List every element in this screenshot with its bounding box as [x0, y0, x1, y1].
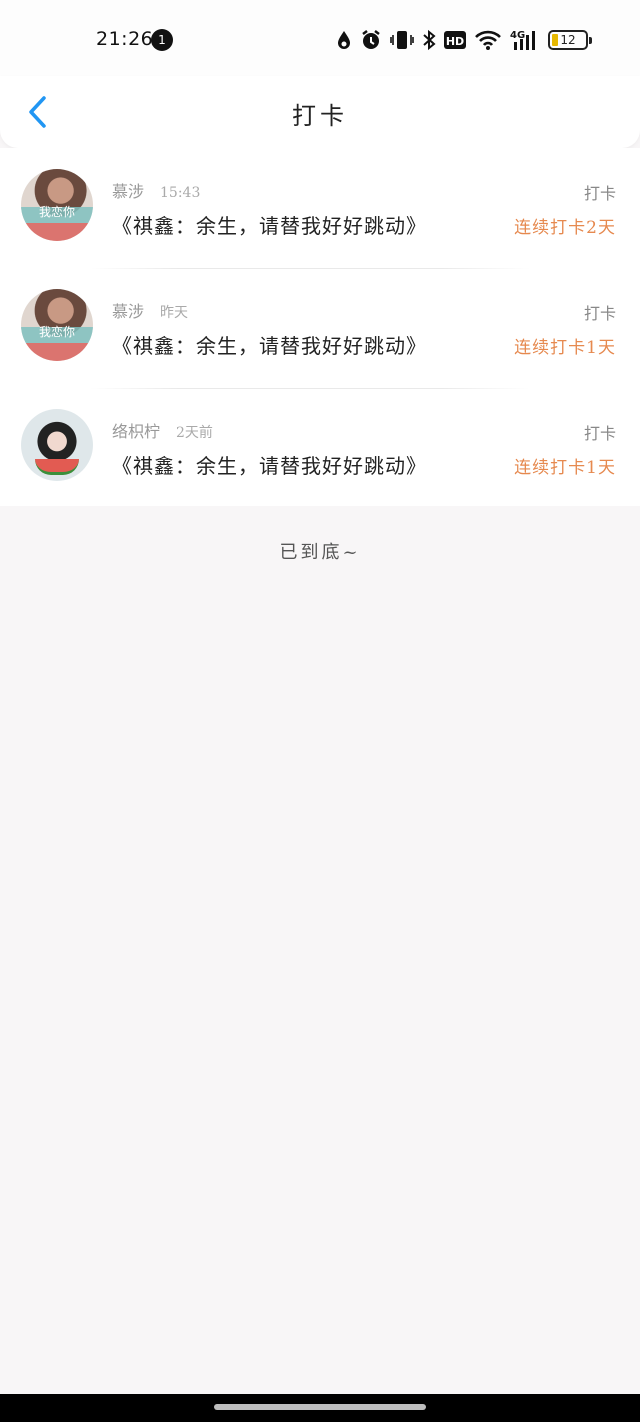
checkin-list: 我恋你 慕涉 15:43 打卡 《祺鑫：余生，请替我好好跳动》 连续打卡2天 我恋… [0, 148, 640, 506]
action-label: 打卡 [583, 184, 616, 203]
post-time: 昨天 [160, 305, 189, 321]
notification-badge: 1 [151, 29, 173, 51]
checkin-content[interactable]: 《祺鑫：余生，请替我好好跳动》 [112, 210, 427, 239]
navigation-bar [0, 1394, 640, 1422]
home-indicator[interactable] [214, 1404, 426, 1410]
action-label: 打卡 [583, 304, 616, 323]
streak-label: 连续打卡1天 [514, 338, 616, 358]
author-name[interactable]: 络枳柠 [112, 422, 160, 441]
avatar[interactable] [21, 409, 93, 481]
status-icons: HD 4G 12 [336, 27, 592, 53]
author-name[interactable]: 慕涉 [112, 302, 144, 321]
streak-label: 连续打卡1天 [514, 458, 616, 478]
action-label: 打卡 [583, 424, 616, 443]
checkin-content[interactable]: 《祺鑫：余生，请替我好好跳动》 [112, 330, 427, 359]
checkin-content[interactable]: 《祺鑫：余生，请替我好好跳动》 [112, 450, 427, 479]
bluetooth-icon [423, 29, 436, 51]
post-time: 2天前 [176, 425, 213, 441]
avatar[interactable]: 我恋你 [21, 169, 93, 241]
avatar-tag: 我恋你 [39, 205, 76, 219]
alarm-icon [362, 30, 380, 49]
avatar-tag: 我恋你 [39, 325, 76, 339]
svg-text:HD: HD [446, 35, 464, 48]
header: 打卡 [0, 76, 640, 148]
list-item[interactable]: 我恋你 慕涉 昨天 打卡 《祺鑫：余生，请替我好好跳动》 连续打卡1天 [0, 268, 640, 388]
streak-label: 连续打卡2天 [514, 218, 616, 238]
4g-signal-icon: 4G [510, 30, 535, 50]
author-line: 慕涉 15:43 [112, 178, 200, 202]
author-line: 络枳柠 2天前 [112, 418, 213, 442]
battery-level: 12 [560, 33, 576, 47]
status-time: 21:26 [96, 28, 154, 50]
battery-icon: 12 [548, 30, 592, 50]
author-name[interactable]: 慕涉 [112, 182, 144, 201]
drop-icon [338, 31, 350, 49]
status-bar: 21:26 1 HD 4G 12 [0, 0, 640, 80]
post-time: 15:43 [160, 185, 201, 201]
end-of-list-text: 已到底~ [279, 542, 361, 563]
list-item[interactable]: 我恋你 慕涉 15:43 打卡 《祺鑫：余生，请替我好好跳动》 连续打卡2天 [0, 148, 640, 268]
avatar[interactable]: 我恋你 [21, 289, 93, 361]
vibrate-icon [390, 31, 414, 49]
author-line: 慕涉 昨天 [112, 298, 188, 322]
page-title: 打卡 [292, 102, 348, 130]
hd-icon: HD [444, 31, 466, 49]
list-item[interactable]: 络枳柠 2天前 打卡 《祺鑫：余生，请替我好好跳动》 连续打卡1天 [0, 388, 640, 508]
wifi-icon [475, 30, 501, 50]
